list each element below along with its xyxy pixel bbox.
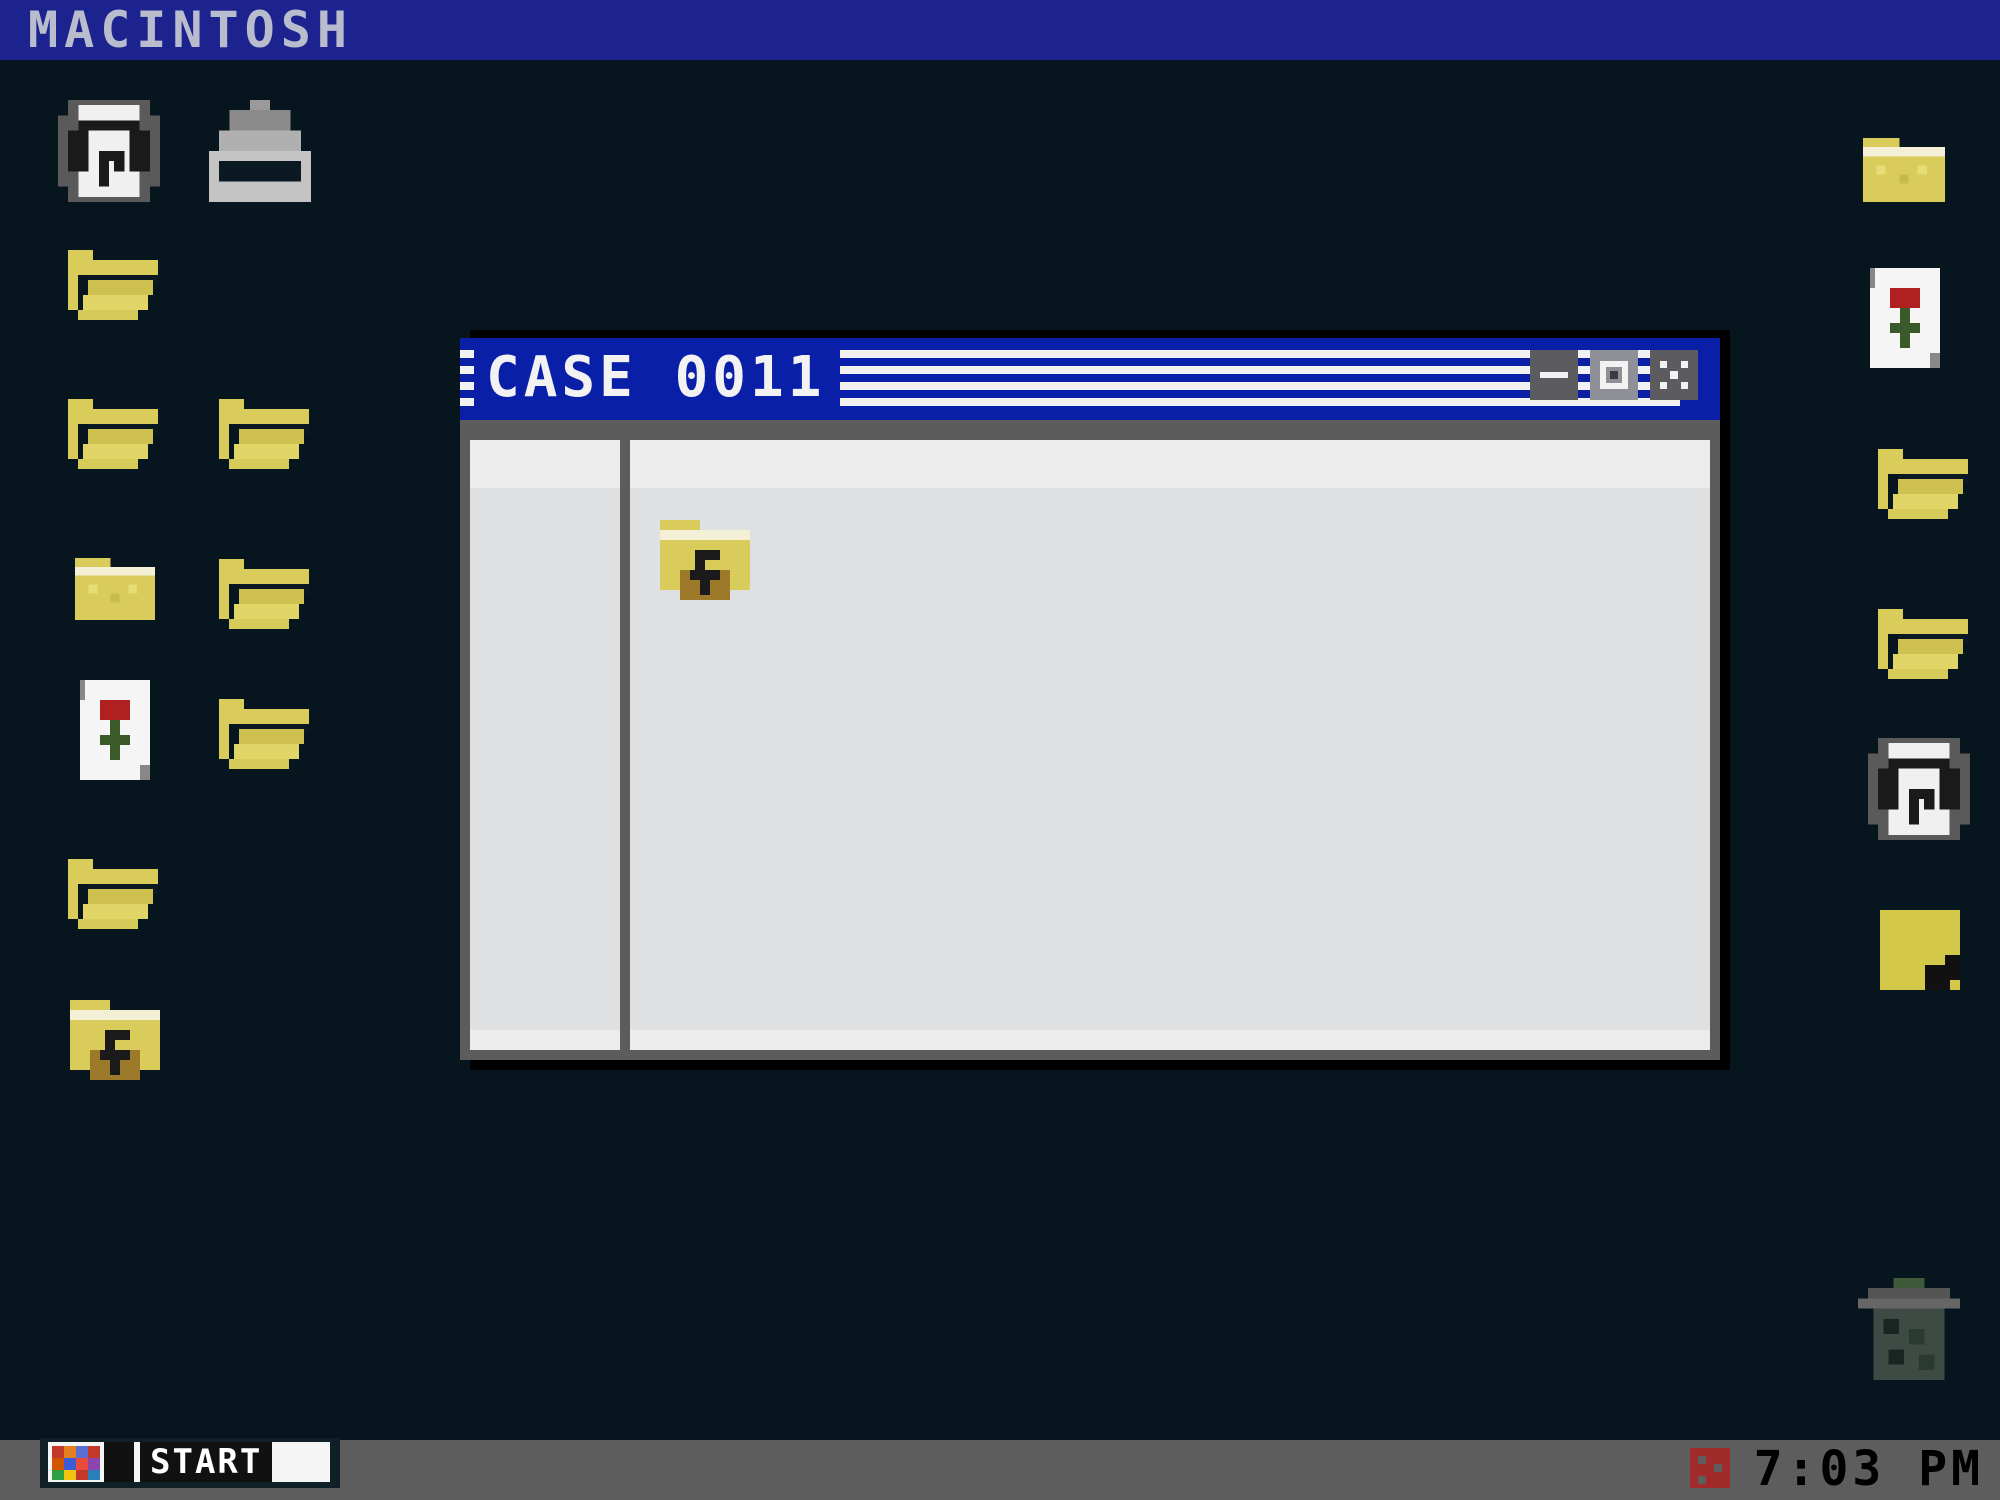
- finder-window: CASE 0011: [460, 330, 1730, 1070]
- open-folder-icon[interactable]: [219, 398, 309, 470]
- document-icon[interactable]: [80, 680, 150, 780]
- closed-folder-icon[interactable]: [70, 558, 160, 620]
- network-status-icon: [1690, 1448, 1730, 1488]
- maximize-icon: [1600, 361, 1628, 389]
- start-label: START: [140, 1442, 273, 1482]
- open-folder-icon[interactable]: [219, 698, 309, 770]
- window-content: [630, 440, 1710, 1050]
- document-icon[interactable]: [1870, 268, 1940, 368]
- close-icon: [1660, 361, 1688, 389]
- locked-folder-icon[interactable]: [660, 520, 750, 600]
- locked-folder-icon[interactable]: [70, 1000, 160, 1080]
- start-button[interactable]: START: [40, 1438, 340, 1488]
- minimize-button[interactable]: [1530, 350, 1578, 400]
- open-folder-icon[interactable]: [68, 249, 158, 321]
- titlebar-stripes-left: [460, 350, 474, 406]
- hard-drive-icon[interactable]: [1868, 738, 1970, 840]
- window-title: CASE 0011: [478, 350, 834, 406]
- window-sidebar: [470, 440, 620, 1050]
- hard-drive-icon[interactable]: [58, 100, 160, 202]
- open-folder-icon[interactable]: [1878, 608, 1968, 680]
- sidebar-footer: [470, 1030, 620, 1050]
- start-logo-icon: [52, 1442, 134, 1482]
- note-icon[interactable]: [1880, 910, 1960, 990]
- menubar: MACINTOSH: [0, 0, 2000, 60]
- minimize-icon: [1540, 372, 1568, 378]
- content-header: [630, 440, 1710, 488]
- closed-folder-icon[interactable]: [1858, 138, 1950, 202]
- content-footer: [630, 1030, 1710, 1050]
- printer-icon[interactable]: [209, 100, 311, 202]
- maximize-button[interactable]: [1590, 350, 1638, 400]
- start-button-face: START: [48, 1442, 330, 1482]
- trash-icon[interactable]: [1858, 1278, 1960, 1380]
- open-folder-icon[interactable]: [219, 558, 309, 630]
- sidebar-header: [470, 440, 620, 488]
- menubar-title: MACINTOSH: [28, 1, 353, 59]
- window-titlebar[interactable]: CASE 0011: [460, 338, 1720, 420]
- open-folder-icon[interactable]: [68, 398, 158, 470]
- close-button[interactable]: [1650, 350, 1698, 400]
- taskbar-clock[interactable]: 7:03 PM: [1754, 1442, 1984, 1496]
- open-folder-icon[interactable]: [1878, 448, 1968, 520]
- open-folder-icon[interactable]: [68, 858, 158, 930]
